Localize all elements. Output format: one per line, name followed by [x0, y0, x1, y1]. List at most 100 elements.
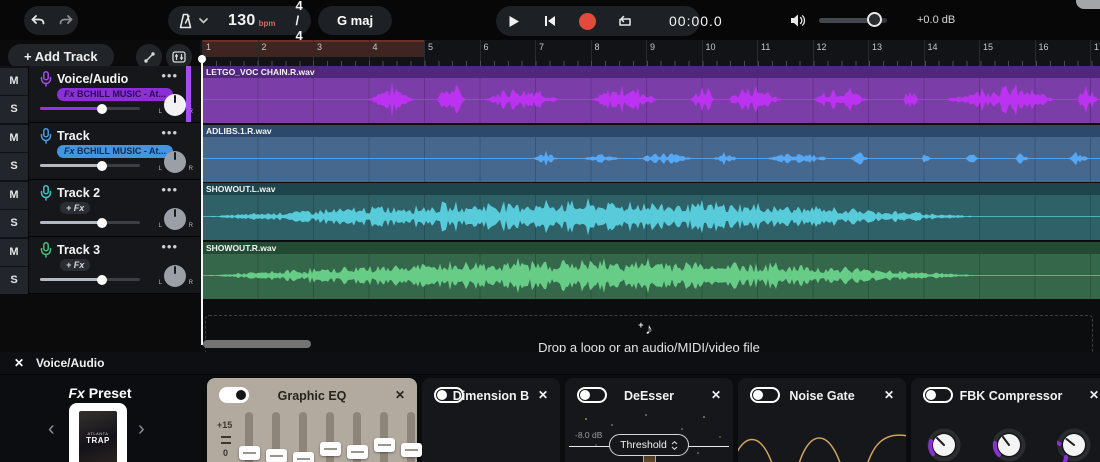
- eq-band-handle[interactable]: [239, 446, 260, 460]
- audio-clip[interactable]: SHOWOUT.R.wav: [202, 242, 1100, 299]
- close-icon[interactable]: ✕: [711, 388, 721, 402]
- track-volume-slider[interactable]: [40, 278, 140, 281]
- eq-band-handle[interactable]: [374, 438, 395, 452]
- add-fx-button[interactable]: + Fx: [60, 259, 90, 271]
- horizontal-scrollbar[interactable]: [203, 340, 311, 348]
- mute-button[interactable]: M: [0, 125, 28, 152]
- threshold-dropdown[interactable]: Threshold: [609, 434, 689, 456]
- track-row[interactable]: M S Track 3 ••• + Fx L R: [0, 237, 200, 294]
- clip-filename: LETGO_VOC CHAIN.R.wav: [206, 67, 315, 77]
- track-volume-knob[interactable]: [97, 161, 107, 171]
- close-icon[interactable]: ✕: [1089, 388, 1099, 402]
- key-selector[interactable]: G maj: [318, 6, 392, 35]
- track-name[interactable]: Track 2: [57, 186, 100, 200]
- solo-button[interactable]: S: [0, 153, 28, 180]
- solo-button[interactable]: S: [0, 210, 28, 237]
- pan-knob[interactable]: [164, 208, 186, 230]
- compressor-knob-1[interactable]: [927, 428, 961, 462]
- eq-band-handle[interactable]: [266, 449, 287, 462]
- eq-band-handle[interactable]: [347, 445, 368, 459]
- automation-icon: [143, 51, 156, 64]
- pan-knob[interactable]: [164, 151, 186, 173]
- compressor-knob-2[interactable]: [992, 428, 1026, 462]
- track-name[interactable]: Track: [57, 129, 90, 143]
- redo-button[interactable]: [52, 6, 80, 35]
- track-menu-button[interactable]: •••: [161, 239, 178, 254]
- ruler-ticks: [202, 57, 1100, 66]
- transport-controls: 00:00.0: [496, 6, 700, 36]
- compressor-knob-3[interactable]: [1057, 428, 1091, 462]
- bpm-display[interactable]: 130 bpm: [218, 6, 286, 35]
- mic-icon: [40, 128, 52, 144]
- audio-clip[interactable]: ADLIBS.1.R.wav: [202, 125, 1100, 182]
- chevron-down-icon: [199, 18, 208, 24]
- eq-band-handle[interactable]: [293, 452, 314, 462]
- mute-button[interactable]: M: [0, 68, 28, 95]
- selected-track-strip: [186, 66, 191, 122]
- track-name[interactable]: Voice/Audio: [57, 72, 128, 86]
- master-volume: +0.0 dB: [790, 0, 955, 40]
- metronome-button[interactable]: [168, 6, 218, 35]
- add-fx-button[interactable]: + Fx: [60, 202, 90, 214]
- track-menu-button[interactable]: •••: [161, 182, 178, 197]
- solo-button[interactable]: S: [0, 96, 28, 123]
- close-icon[interactable]: ✕: [538, 388, 548, 402]
- waveform: [202, 78, 1100, 121]
- timeline-ruler[interactable]: 1234567891011121314151617: [200, 40, 1100, 66]
- play-icon: [508, 15, 520, 28]
- close-icon[interactable]: ✕: [14, 356, 24, 370]
- pan-knob[interactable]: [164, 265, 186, 287]
- mixer-icon: [172, 51, 186, 63]
- bar-number: 1: [206, 42, 211, 52]
- eq-band-handle[interactable]: [401, 443, 422, 457]
- eq-band-rail: [380, 412, 388, 462]
- skip-to-start-button[interactable]: [532, 6, 568, 36]
- track-volume-knob[interactable]: [97, 218, 107, 228]
- mute-button[interactable]: M: [0, 182, 28, 209]
- clip-filename: SHOWOUT.L.wav: [206, 184, 275, 194]
- preset-prev-button[interactable]: ‹: [48, 419, 55, 439]
- track-volume-slider[interactable]: [40, 164, 140, 167]
- track-row[interactable]: M S Voice/Audio ••• Fx BCHILL MUSIC - At…: [0, 66, 200, 123]
- eq-band-handle[interactable]: [320, 442, 341, 456]
- loop-icon: [618, 15, 632, 28]
- track-volume-knob[interactable]: [97, 104, 107, 114]
- undo-button[interactable]: [24, 6, 52, 35]
- audio-clip[interactable]: SHOWOUT.L.wav: [202, 183, 1100, 240]
- time-signature[interactable]: 4 / 4: [286, 6, 313, 35]
- master-volume-knob[interactable]: [867, 12, 882, 27]
- track-row[interactable]: M S Track 2 ••• + Fx L R: [0, 180, 200, 237]
- speaker-icon[interactable]: [790, 13, 807, 28]
- preset-artwork[interactable]: ATLANTA TRAP: [69, 403, 127, 462]
- track-row[interactable]: M S Track ••• Fx BCHILL MUSIC - At... L …: [0, 123, 200, 180]
- bar-number: 5: [428, 42, 433, 52]
- close-icon[interactable]: ✕: [884, 388, 894, 402]
- mute-button[interactable]: M: [0, 239, 28, 266]
- effects-panel-title: Voice/Audio: [36, 356, 104, 370]
- master-volume-slider[interactable]: [819, 18, 887, 23]
- playhead[interactable]: [201, 55, 203, 345]
- bar-number: 14: [928, 42, 938, 52]
- track-menu-button[interactable]: •••: [161, 125, 178, 140]
- loop-button[interactable]: [607, 6, 643, 36]
- pan-knob[interactable]: [164, 94, 186, 116]
- waveform: [202, 254, 1100, 297]
- fx-chain-pill[interactable]: Fx BCHILL MUSIC - At...: [57, 145, 173, 158]
- close-icon[interactable]: ✕: [395, 388, 405, 402]
- track-name[interactable]: Track 3: [57, 243, 100, 257]
- preset-next-button[interactable]: ›: [138, 419, 145, 439]
- track-menu-button[interactable]: •••: [161, 68, 178, 83]
- clips-lane: LETGO_VOC CHAIN.R.wav ADLIBS.1.R.wav SHO…: [202, 66, 1100, 300]
- play-button[interactable]: [496, 6, 532, 36]
- track-volume-slider[interactable]: [40, 107, 140, 110]
- track-volume-slider[interactable]: [40, 221, 140, 224]
- record-button[interactable]: [568, 6, 607, 36]
- fx-chain-pill[interactable]: Fx BCHILL MUSIC - At...: [57, 88, 173, 101]
- solo-button[interactable]: S: [0, 267, 28, 294]
- time-display: 00:00.0: [643, 6, 749, 36]
- track-volume-knob[interactable]: [97, 275, 107, 285]
- audio-clip[interactable]: LETGO_VOC CHAIN.R.wav: [202, 66, 1100, 123]
- undo-redo-group: [24, 6, 78, 35]
- bar-number: 7: [539, 42, 544, 52]
- waveform: [202, 195, 1100, 238]
